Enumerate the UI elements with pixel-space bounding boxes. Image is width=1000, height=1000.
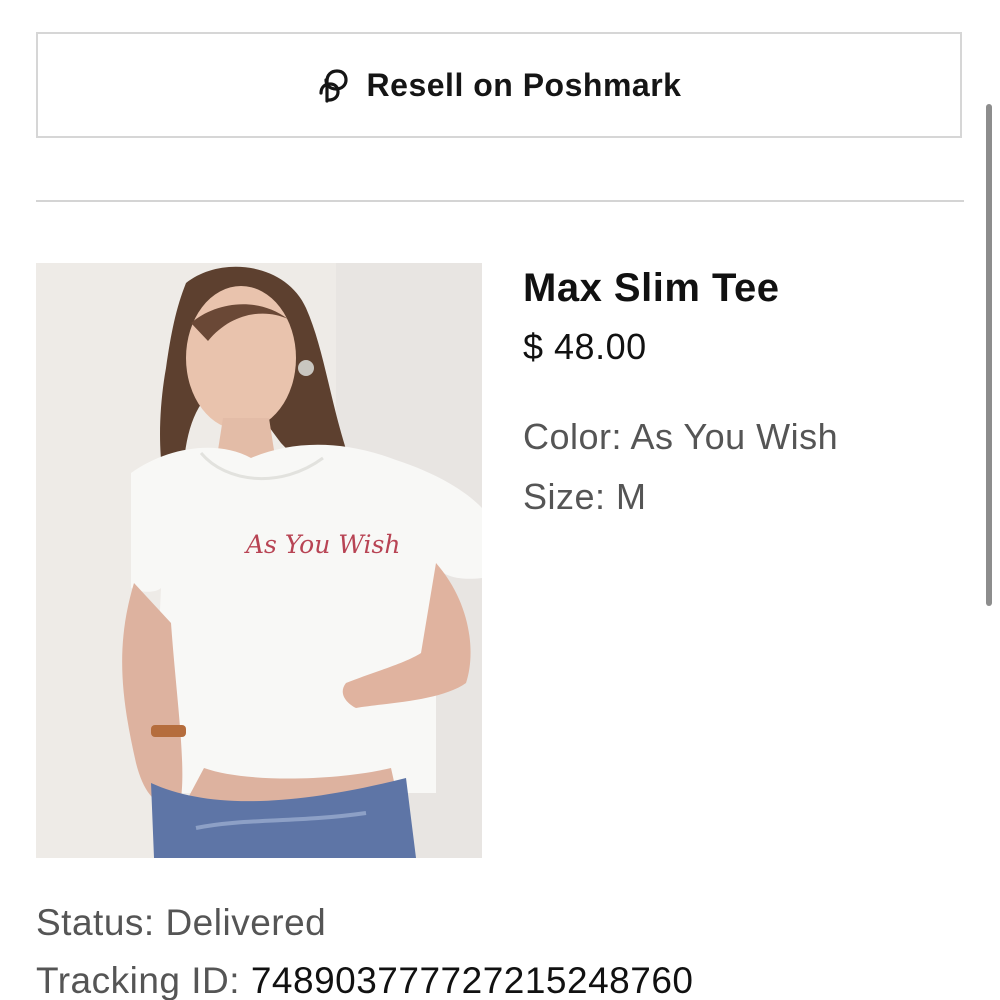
poshmark-icon <box>318 69 348 103</box>
product-image[interactable]: As You Wish <box>36 263 482 858</box>
resell-button-label: Resell on Poshmark <box>366 66 682 103</box>
order-status: Status: Delivered <box>36 902 327 943</box>
order-detail-page: Resell on Poshmark As You Wish Max Slim … <box>0 0 1000 1000</box>
tracking-label: Tracking ID: <box>36 960 241 1000</box>
product-size: Size: M <box>523 476 647 517</box>
product-price: $ 48.00 <box>523 326 647 367</box>
product-title: Max Slim Tee <box>523 266 780 310</box>
scrollbar[interactable] <box>986 104 992 606</box>
product-photo: As You Wish <box>36 263 482 858</box>
tracking-id[interactable]: 748903777727215248760 <box>251 960 694 1000</box>
svg-text:As You Wish: As You Wish <box>244 530 400 559</box>
section-divider <box>36 200 964 202</box>
tracking-info: Tracking ID: 748903777727215248760 <box>36 960 693 1000</box>
resell-on-poshmark-button[interactable]: Resell on Poshmark <box>36 32 962 138</box>
product-color: Color: As You Wish <box>523 416 839 457</box>
